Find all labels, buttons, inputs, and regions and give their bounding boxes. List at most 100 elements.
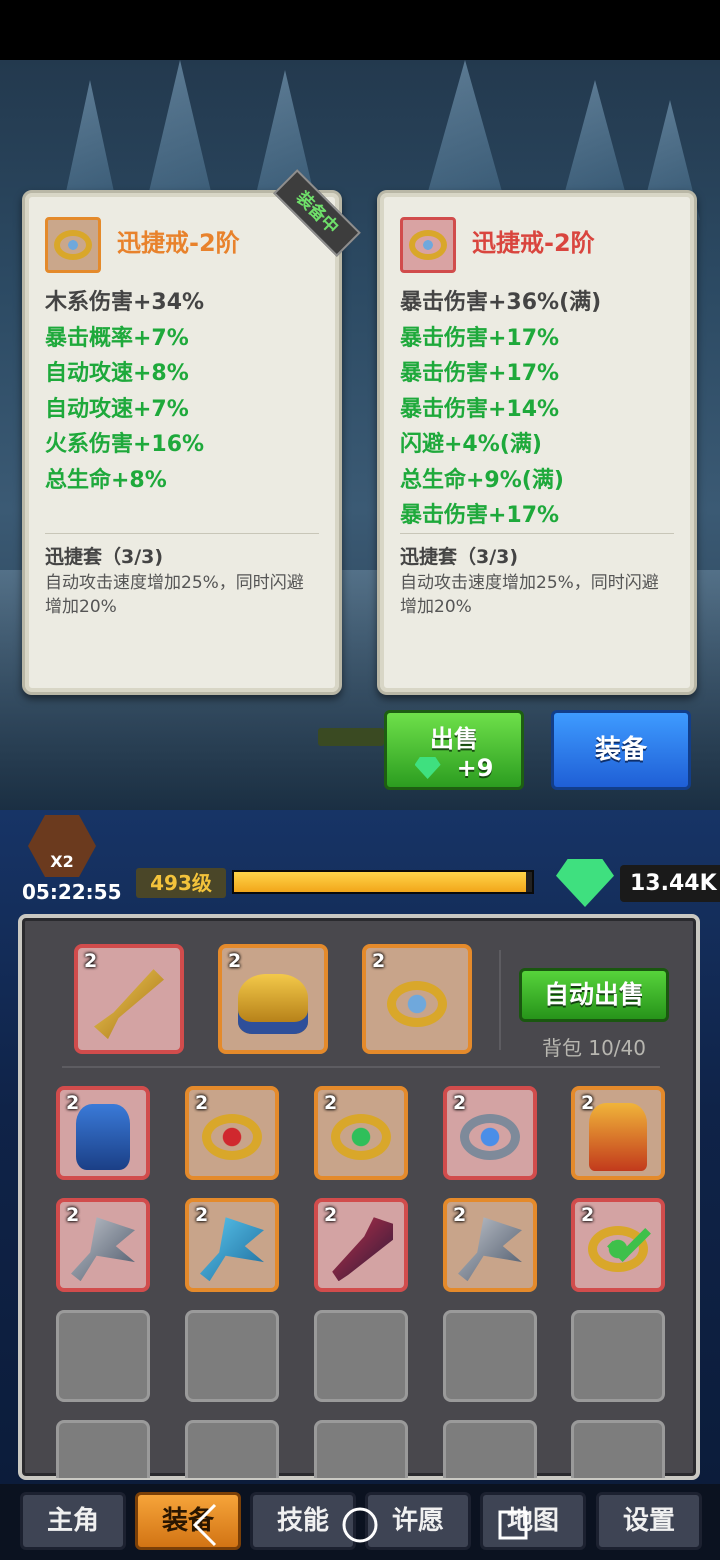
tier-badge: 2 bbox=[195, 1092, 209, 1114]
nav-tab[interactable]: 技能 bbox=[250, 1492, 356, 1550]
stat-line: 自动攻速+8% bbox=[45, 361, 189, 386]
tier-badge: 2 bbox=[372, 950, 386, 972]
buff-timer: 05:22:55 bbox=[22, 880, 122, 904]
empty-slot[interactable] bbox=[571, 1420, 665, 1478]
sell-label: 出售 bbox=[430, 725, 478, 753]
axe-icon bbox=[71, 1217, 135, 1282]
gem-balance: 13.44K bbox=[556, 858, 720, 908]
set-description: 自动攻击速度增加25%，同时闪避增加20% bbox=[400, 573, 659, 617]
gem-icon bbox=[414, 757, 441, 779]
xp-fill bbox=[234, 872, 527, 892]
nav-tab[interactable]: 许愿 bbox=[365, 1492, 471, 1550]
inventory-slot[interactable]: 2 bbox=[185, 1198, 279, 1292]
inventory-slot[interactable]: 2 bbox=[571, 1086, 665, 1180]
status-bar bbox=[0, 0, 720, 60]
set-bonus: 迅捷套（3/3) 自动攻击速度增加25%，同时闪避增加20% bbox=[400, 533, 674, 619]
tier-badge: 2 bbox=[66, 1204, 80, 1226]
nav-tab[interactable]: 装备 bbox=[135, 1492, 241, 1550]
empty-slot[interactable] bbox=[571, 1310, 665, 1402]
level-badge: 493级 bbox=[136, 868, 226, 898]
checkmark-icon bbox=[607, 1218, 651, 1263]
helmet-icon bbox=[238, 974, 308, 1035]
tier-badge: 2 bbox=[324, 1092, 338, 1114]
equipped-slot[interactable]: 2 bbox=[218, 944, 328, 1054]
bottom-nav: 主角 装备 技能 许愿 地图 设置 bbox=[0, 1484, 720, 1560]
tier-badge: 2 bbox=[453, 1204, 467, 1226]
stat-line: 火系伤害+16% bbox=[45, 432, 205, 457]
equipped-item-card: 迅捷戒-2阶 木系伤害+34% 暴击概率+7% 自动攻速+8% 自动攻速+7% … bbox=[22, 190, 342, 695]
stat-line: 暴击伤害+17% bbox=[400, 503, 560, 528]
divider bbox=[62, 1066, 660, 1068]
inventory-slot[interactable]: 2 bbox=[443, 1086, 537, 1180]
empty-slot[interactable] bbox=[56, 1310, 150, 1402]
stat-line: 木系伤害+34% bbox=[45, 290, 205, 315]
stat-line: 总生命+8% bbox=[45, 467, 167, 493]
armor-icon bbox=[76, 1104, 130, 1171]
tier-badge: 2 bbox=[228, 950, 242, 972]
sword-icon bbox=[94, 969, 164, 1040]
empty-slot[interactable] bbox=[443, 1420, 537, 1478]
empty-slot[interactable] bbox=[443, 1310, 537, 1402]
ruby-ring-icon bbox=[202, 1114, 262, 1161]
hp-bar bbox=[318, 728, 384, 746]
buff-multiplier: X2 bbox=[50, 852, 74, 871]
xp-bar bbox=[232, 870, 534, 894]
divider bbox=[499, 950, 501, 1050]
stat-line: 暴击伤害+17% bbox=[400, 325, 560, 351]
empty-slot[interactable] bbox=[56, 1420, 150, 1478]
set-description: 自动攻击速度增加25%，同时闪避增加20% bbox=[45, 573, 304, 617]
gem-icon bbox=[556, 859, 614, 907]
equipped-slot[interactable]: 2 bbox=[74, 944, 184, 1054]
ring-icon bbox=[45, 217, 101, 273]
stat-line: 暴击概率+7% bbox=[45, 325, 189, 351]
dark-staff-icon bbox=[332, 1217, 393, 1282]
tier-badge: 2 bbox=[453, 1092, 467, 1114]
tier-badge: 2 bbox=[324, 1204, 338, 1226]
emerald-ring-icon bbox=[331, 1114, 391, 1161]
gem-count: 13.44K bbox=[620, 864, 720, 902]
empty-slot[interactable] bbox=[314, 1420, 408, 1478]
ice-axe-icon bbox=[200, 1217, 264, 1282]
nav-tab[interactable]: 主角 bbox=[20, 1492, 126, 1550]
tier-badge: 2 bbox=[581, 1204, 595, 1226]
stat-line: 总生命+9%(满) bbox=[400, 467, 564, 493]
tier-badge: 2 bbox=[66, 1092, 80, 1114]
set-name: 迅捷套（3/3) bbox=[400, 546, 519, 568]
new-item-card: 迅捷戒-2阶 暴击伤害+36%(满) 暴击伤害+17% 暴击伤害+17% 暴击伤… bbox=[377, 190, 697, 695]
ring-icon bbox=[387, 981, 447, 1028]
stat-line: 自动攻速+7% bbox=[45, 396, 189, 422]
inventory-slot[interactable]: 2 bbox=[443, 1198, 537, 1292]
inventory-slot[interactable]: 2 bbox=[56, 1086, 150, 1180]
ring-icon bbox=[400, 217, 456, 273]
stat-line: 暴击伤害+36%(满) bbox=[400, 290, 602, 315]
tier-badge: 2 bbox=[84, 950, 98, 972]
stat-list: 暴击伤害+36%(满) 暴击伤害+17% 暴击伤害+17% 暴击伤害+14% 闪… bbox=[400, 285, 674, 534]
nav-tab[interactable]: 设置 bbox=[596, 1492, 702, 1550]
empty-slot[interactable] bbox=[185, 1310, 279, 1402]
tier-badge: 2 bbox=[195, 1204, 209, 1226]
sapphire-ring-icon bbox=[460, 1114, 520, 1161]
sell-price: +9 bbox=[456, 754, 494, 782]
auto-sell-button[interactable]: 自动出售 bbox=[519, 968, 669, 1022]
stat-line: 暴击伤害+14% bbox=[400, 396, 560, 422]
inventory-slot[interactable]: 2 bbox=[56, 1198, 150, 1292]
ring-check-icon bbox=[588, 1218, 651, 1273]
cape-armor-icon bbox=[589, 1103, 647, 1172]
inventory-slot[interactable]: 2 bbox=[185, 1086, 279, 1180]
set-bonus: 迅捷套（3/3) 自动攻击速度增加25%，同时闪避增加20% bbox=[45, 533, 319, 619]
inventory-slot[interactable]: 2 bbox=[314, 1086, 408, 1180]
stat-list: 木系伤害+34% 暴击概率+7% 自动攻速+8% 自动攻速+7% 火系伤害+16… bbox=[45, 285, 319, 498]
item-title: 迅捷戒-2阶 bbox=[117, 228, 240, 257]
stat-line: 暴击伤害+17% bbox=[400, 361, 560, 386]
inventory-slot[interactable]: 2 bbox=[571, 1198, 665, 1292]
sell-button[interactable]: 出售 +9 bbox=[384, 710, 524, 790]
equipped-slot[interactable]: 2 bbox=[362, 944, 472, 1054]
empty-slot[interactable] bbox=[185, 1420, 279, 1478]
empty-slot[interactable] bbox=[314, 1310, 408, 1402]
inventory-slot[interactable]: 2 bbox=[314, 1198, 408, 1292]
axe-icon bbox=[458, 1217, 522, 1282]
set-name: 迅捷套（3/3) bbox=[45, 546, 164, 568]
bag-capacity: 背包 10/40 bbox=[542, 1036, 646, 1060]
nav-tab[interactable]: 地图 bbox=[480, 1492, 586, 1550]
equip-button[interactable]: 装备 bbox=[551, 710, 691, 790]
